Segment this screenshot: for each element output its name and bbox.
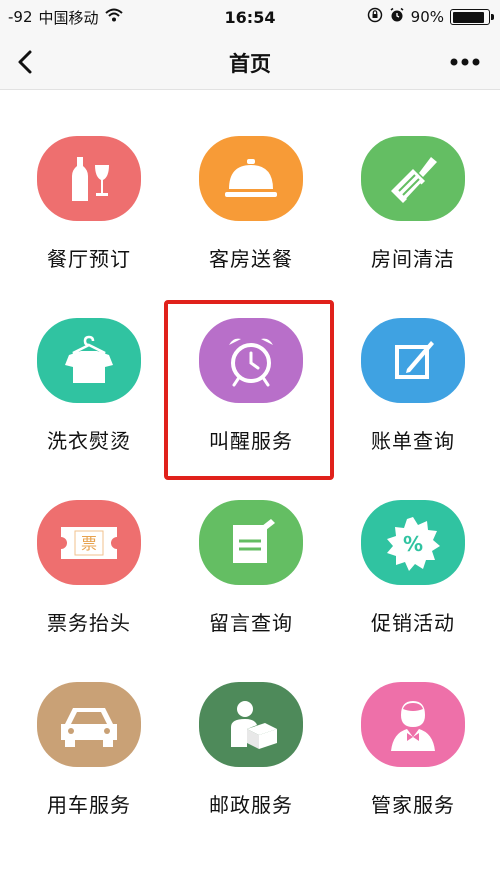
more-dots-icon[interactable] — [448, 48, 482, 76]
edit-note-icon — [395, 340, 434, 379]
service-label: 票务抬头 — [47, 611, 131, 635]
icon-bg — [37, 682, 141, 767]
service-label: 留言查询 — [209, 611, 293, 635]
service-label: 洗衣熨烫 — [47, 429, 131, 453]
battery-fill — [452, 11, 484, 23]
service-label: 房间清洁 — [371, 247, 455, 271]
service-wake-up-call[interactable]: 叫醒服务 — [168, 272, 334, 454]
orientation-lock-icon — [367, 7, 383, 27]
service-ticketing-invoice[interactable]: 票 票务抬头 — [6, 454, 172, 636]
service-label: 账单查询 — [371, 429, 455, 453]
carrier-name: 中国移动 — [38, 8, 99, 27]
service-label: 叫醒服务 — [209, 429, 293, 453]
signal-strength: -92 — [8, 8, 33, 26]
battery-icon — [450, 9, 494, 25]
icon-bg: % — [361, 500, 465, 585]
status-bar: -92 中国移动 16:54 90% — [0, 0, 500, 34]
battery-percent: 90% — [410, 8, 444, 26]
broom-icon — [391, 156, 437, 203]
service-label: 管家服务 — [371, 793, 455, 817]
service-room-dining[interactable]: 客房送餐 — [168, 90, 334, 272]
status-right: 90% — [367, 7, 494, 27]
service-label: 餐厅预订 — [47, 247, 131, 271]
icon-bg — [199, 500, 303, 585]
service-label: 邮政服务 — [209, 793, 293, 817]
service-label: 促销活动 — [371, 611, 455, 635]
courier-parcel-icon — [231, 700, 277, 749]
butler-icon — [391, 700, 435, 751]
icon-bg — [37, 136, 141, 221]
icon-bg — [199, 136, 303, 221]
icon-bg — [361, 136, 465, 221]
service-laundry[interactable]: 洗衣熨烫 — [6, 272, 172, 454]
badge-text: % — [403, 532, 423, 556]
wine-bottle-glass-icon — [72, 156, 109, 201]
nav-bar: 首页 — [0, 34, 500, 90]
service-bill-inquiry[interactable]: 账单查询 — [330, 272, 496, 454]
page-title: 首页 — [229, 52, 271, 76]
wifi-icon — [104, 8, 123, 26]
car-icon — [61, 707, 117, 747]
service-car-rental[interactable]: 用车服务 — [6, 636, 172, 818]
alarm-clock-icon — [229, 338, 273, 386]
message-note-icon — [233, 518, 275, 563]
icon-bg — [361, 682, 465, 767]
service-label: 用车服务 — [47, 793, 131, 817]
discount-badge-icon: % — [387, 516, 440, 571]
service-message-inquiry[interactable]: 留言查询 — [168, 454, 334, 636]
status-left: -92 中国移动 — [8, 7, 123, 28]
service-room-cleaning[interactable]: 房间清洁 — [330, 90, 496, 272]
icon-bg: 票 — [37, 500, 141, 585]
alarm-icon — [389, 7, 405, 27]
icon-bg — [199, 682, 303, 767]
service-promotions[interactable]: % 促销活动 — [330, 454, 496, 636]
icon-bg — [199, 318, 303, 403]
service-postal[interactable]: 邮政服务 — [168, 636, 334, 818]
icon-bg — [37, 318, 141, 403]
service-bell-icon — [225, 158, 277, 197]
ticket-icon: 票 — [61, 526, 117, 559]
service-restaurant-booking[interactable]: 餐厅预订 — [6, 90, 172, 272]
icon-bg — [361, 318, 465, 403]
shirt-hanger-icon — [65, 335, 113, 383]
service-label: 客房送餐 — [209, 247, 293, 271]
ticket-text: 票 — [81, 534, 97, 553]
service-butler[interactable]: 管家服务 — [330, 636, 496, 818]
